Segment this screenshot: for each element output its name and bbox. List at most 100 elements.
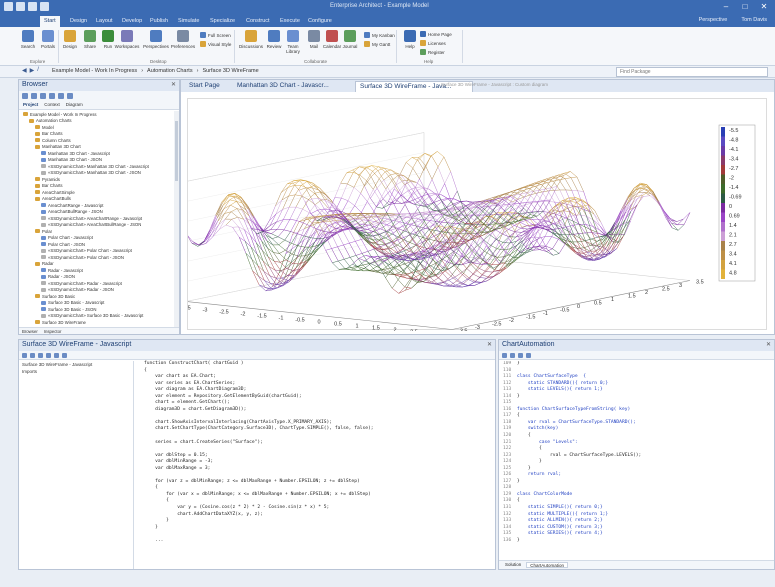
tab-develop[interactable]: Develop — [118, 16, 146, 27]
tab-configure[interactable]: Configure — [304, 16, 336, 27]
new-script-icon[interactable] — [22, 352, 27, 358]
visual-style-button[interactable]: Visual Style — [200, 41, 231, 47]
new-element-icon[interactable] — [40, 93, 46, 99]
surface-chart[interactable]: -6-4-20246-3.5-3-2.5-2-1.5-1-0.500.511.5… — [177, 99, 768, 340]
undo-icon[interactable] — [28, 2, 37, 11]
tab-execute[interactable]: Execute — [276, 16, 304, 27]
move-down-icon[interactable] — [58, 93, 64, 99]
tab-construct[interactable]: Construct — [242, 16, 274, 27]
full-screen-button[interactable]: Full Screen — [200, 32, 231, 38]
licenses-button[interactable]: Licenses — [420, 40, 446, 46]
breadcrumb-item[interactable]: Automation Charts — [147, 68, 193, 74]
wireframe-segment — [450, 280, 458, 286]
tab-solution[interactable]: Solution — [502, 562, 524, 568]
new-package-icon[interactable] — [22, 93, 28, 99]
redo-icon[interactable] — [40, 2, 49, 11]
tab-chart-automation[interactable]: ChartAutomation — [526, 562, 569, 568]
wireframe-segment — [429, 263, 436, 267]
menu-icon[interactable] — [67, 93, 73, 99]
tree-node-icon — [35, 177, 40, 182]
tree-item[interactable]: Surface 3D WireFrame — [19, 319, 179, 326]
panel-close-icon[interactable]: ✕ — [487, 341, 492, 348]
discussions-button[interactable]: Discussions — [238, 30, 264, 58]
register-button[interactable]: Register — [420, 49, 445, 55]
app-icon[interactable] — [4, 2, 13, 11]
tab-inspector[interactable]: Inspector — [44, 329, 62, 334]
breadcrumb-item[interactable]: Surface 3D WireFrame — [202, 68, 258, 74]
tree-item-label: Manhattan 3D Chart - Javascript — [48, 150, 110, 156]
wireframe-segment — [442, 272, 450, 281]
close-button[interactable]: ✕ — [755, 1, 773, 12]
automation-code[interactable]: 109 } 110 111 class ChartSurfaceType {112… — [499, 361, 771, 544]
workspaces-button[interactable]: Workspaces — [114, 30, 140, 58]
tab-specialize[interactable]: Specialize — [206, 16, 239, 27]
breadcrumb-item[interactable]: Example Model - Work In Progress — [52, 68, 137, 74]
script-list-item[interactable]: Imports — [19, 368, 133, 375]
tab-publish[interactable]: Publish — [146, 16, 172, 27]
script-code[interactable]: function ConstructChart( chartGuid ){ va… — [136, 361, 494, 544]
wireframe-segment — [400, 276, 407, 279]
user-name[interactable]: Tom Davis — [741, 17, 767, 23]
find-icon[interactable] — [62, 352, 67, 358]
minimize-button[interactable]: – — [717, 1, 735, 12]
preferences-button[interactable]: Preferences — [170, 30, 196, 58]
debug-icon[interactable] — [46, 352, 51, 358]
wireframe-segment — [525, 242, 532, 252]
tab-browser[interactable]: Browser — [22, 329, 38, 334]
scrollbar-thumb[interactable] — [175, 121, 178, 181]
save-icon[interactable] — [16, 2, 25, 11]
tab-design[interactable]: Design — [66, 16, 91, 27]
forward-button[interactable]: ▶ — [30, 67, 35, 74]
chart-container[interactable]: -6-4-20246-3.5-3-2.5-2-1.5-1-0.500.511.5… — [177, 98, 768, 340]
wireframe-segment — [225, 219, 233, 226]
my-gantt-button[interactable]: My Gantt — [364, 41, 390, 47]
save-icon[interactable] — [510, 352, 515, 358]
root-button[interactable]: / — [37, 67, 39, 74]
tab-layout[interactable]: Layout — [92, 16, 117, 27]
panel-close-icon[interactable]: ✕ — [766, 341, 771, 348]
browser-scrollbar[interactable] — [174, 111, 179, 327]
panel-close-icon[interactable]: ✕ — [171, 81, 176, 88]
wireframe-segment — [271, 229, 278, 234]
run-icon[interactable] — [38, 352, 43, 358]
find-icon[interactable] — [518, 352, 523, 358]
journal-button[interactable]: Journal — [340, 30, 360, 58]
script-list-item[interactable]: Surface 3D WireFrame - Javascript — [19, 361, 133, 368]
move-up-icon[interactable] — [49, 93, 55, 99]
tab-diagram[interactable]: Diagram — [66, 102, 83, 108]
portals-button[interactable]: Portals — [38, 30, 58, 58]
new-diagram-icon[interactable] — [31, 93, 37, 99]
wireframe-segment — [284, 262, 292, 279]
perspectives-button[interactable]: Perspectives — [142, 30, 170, 58]
wireframe-segment — [552, 239, 559, 249]
script-editor[interactable]: function ConstructChart( chartGuid ){ va… — [136, 361, 494, 569]
stop-icon[interactable] — [54, 352, 59, 358]
share-button[interactable]: Share — [80, 30, 100, 58]
find-package-input[interactable]: Find Package — [616, 67, 768, 77]
automation-editor[interactable]: 109 } 110 111 class ChartSurfaceType {112… — [499, 361, 771, 559]
home-page-button[interactable]: Home Page — [420, 31, 452, 37]
replace-icon[interactable] — [526, 352, 531, 358]
design-button[interactable]: Design — [60, 30, 80, 58]
review-button[interactable]: Review — [264, 30, 284, 58]
back-button[interactable]: ◀ — [22, 67, 27, 74]
search-button[interactable]: Search — [18, 30, 38, 58]
help-button[interactable]: Help — [400, 30, 420, 58]
wireframe-segment — [535, 191, 542, 194]
tab-start[interactable]: Start — [40, 16, 60, 27]
my-kanban-button[interactable]: My Kanban — [364, 32, 395, 38]
tab-project[interactable]: Project — [23, 102, 38, 108]
wireframe-segment — [229, 199, 237, 202]
tab-simulate[interactable]: Simulate — [174, 16, 203, 27]
tab-start-page[interactable]: Start Page — [185, 81, 231, 92]
code-text: { — [516, 413, 520, 419]
maximize-button[interactable]: □ — [736, 1, 754, 12]
tab-manhattan-chart[interactable]: Manhattan 3D Chart - Javascr... — [233, 81, 353, 92]
tab-context[interactable]: Context — [44, 102, 60, 108]
tree-node-icon — [41, 281, 46, 286]
wireframe-segment — [240, 196, 248, 206]
perspective-selector[interactable]: Perspective — [699, 17, 728, 23]
save-icon[interactable] — [30, 352, 35, 358]
team-library-button[interactable]: Team Library — [282, 30, 304, 58]
open-icon[interactable] — [502, 352, 507, 358]
